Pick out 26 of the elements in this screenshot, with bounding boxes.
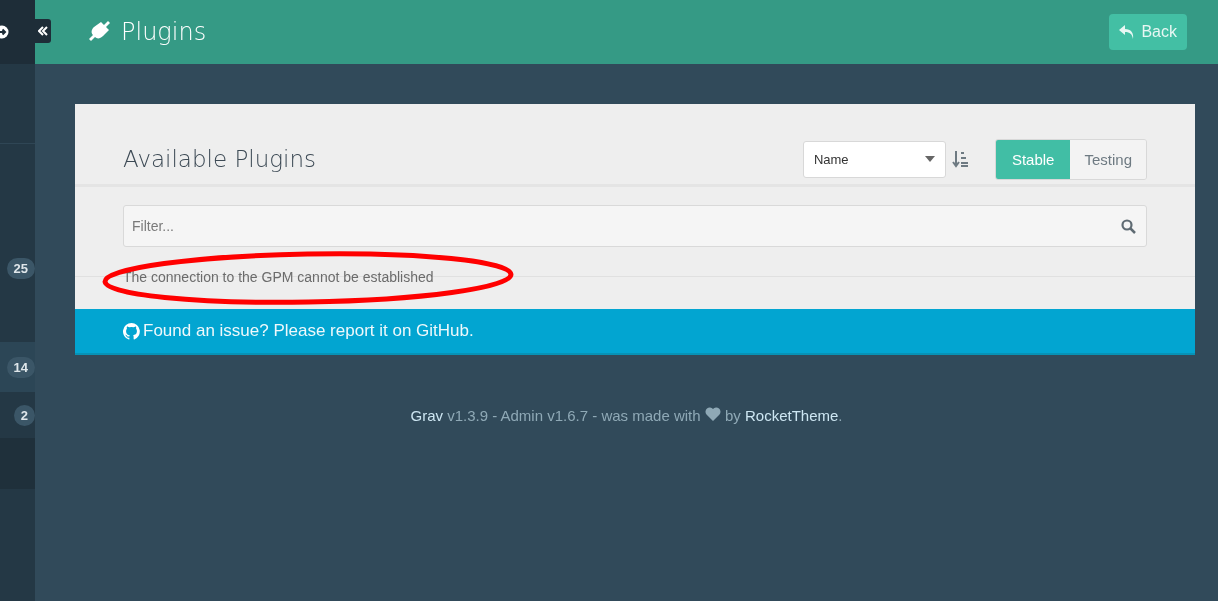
sidebar-item[interactable]: 25 — [0, 243, 35, 293]
count-badge: 14 — [6, 356, 35, 378]
panel-title: Available Plugins — [123, 146, 316, 172]
search-icon — [1121, 219, 1136, 234]
count-badge: 25 — [6, 257, 35, 279]
period-text: . — [838, 407, 843, 424]
filter-field[interactable]: Filter... — [123, 205, 1147, 247]
sidebar-item[interactable]: 2 — [0, 392, 35, 438]
grav-link[interactable]: Grav — [410, 407, 443, 424]
sidebar-item[interactable]: 14 — [0, 342, 35, 392]
collapse-button[interactable] — [35, 19, 51, 43]
issue-text: Found an issue? Please report it on GitHub. — [143, 321, 474, 341]
rockettheme-link[interactable]: RocketTheme — [744, 407, 839, 424]
sort-order-icon[interactable] — [951, 150, 969, 168]
page-title: Plugins — [121, 18, 207, 46]
heart-icon — [704, 407, 721, 421]
version-text: v1.3.9 - Admin v1.6.7 - was made with — [447, 407, 701, 424]
count-badge: 2 — [13, 404, 35, 426]
double-chevron-icon — [38, 26, 48, 36]
by-text: by — [724, 407, 741, 424]
sort-dropdown[interactable]: Name — [802, 140, 946, 178]
github-icon — [123, 322, 140, 340]
channel-tab[interactable]: Testing — [1070, 139, 1146, 179]
arrow-circle-icon[interactable] — [0, 25, 9, 39]
caret-icon — [924, 156, 935, 162]
reply-arrow-icon — [1119, 25, 1136, 39]
